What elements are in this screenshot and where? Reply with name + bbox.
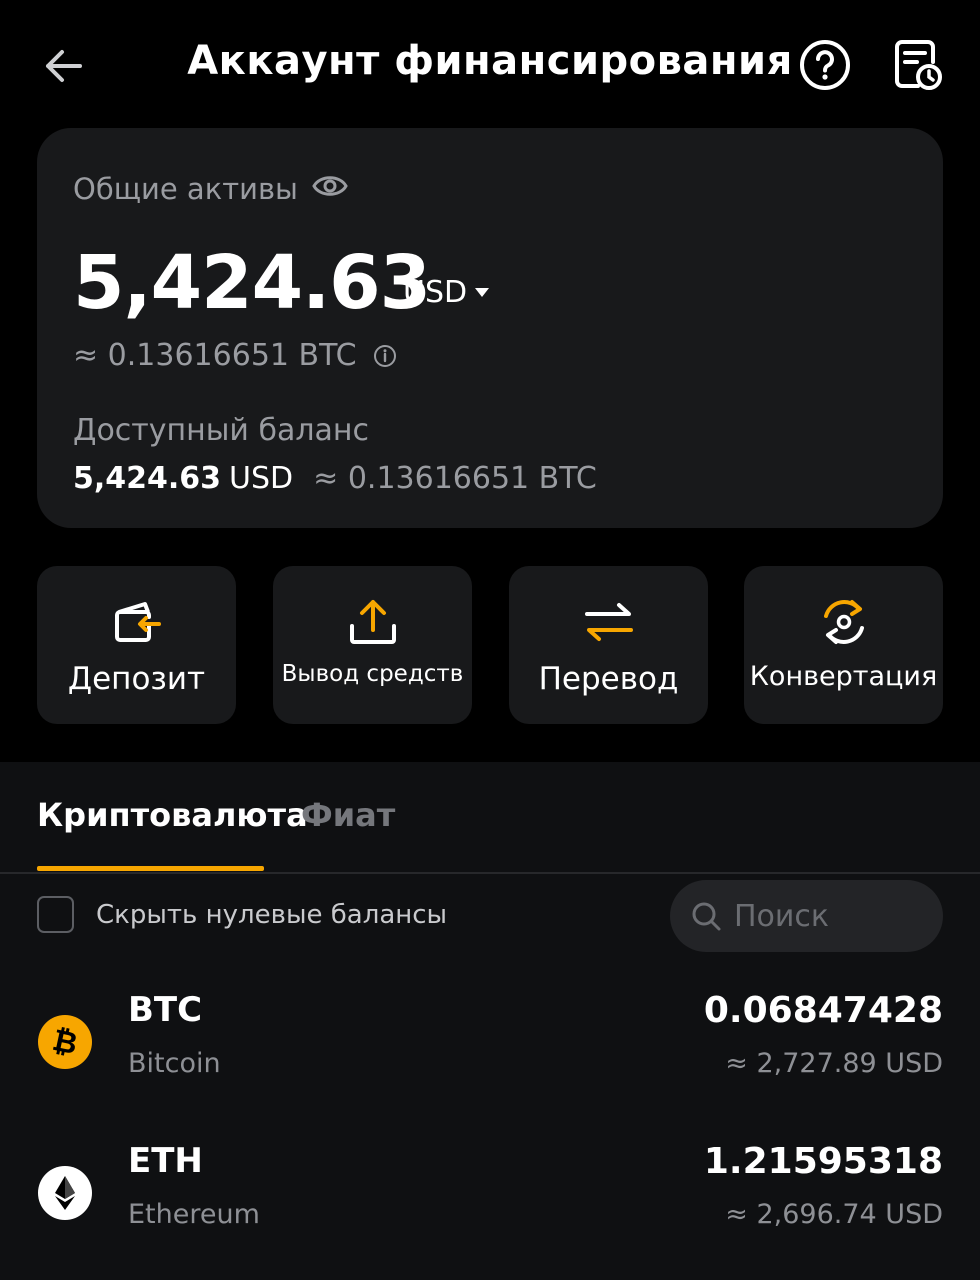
caret-down-icon	[475, 288, 490, 297]
assets-section: Криптовалюта Фиат Скрыть нулевые балансы…	[0, 762, 980, 1280]
tab-crypto[interactable]: Криптовалюта	[37, 796, 308, 834]
asset-symbol: BTC	[128, 990, 203, 1030]
available-balance-amount: 5,424.63	[73, 461, 222, 496]
currency-label: USD	[403, 275, 468, 310]
currency-dropdown[interactable]: USD	[403, 275, 490, 310]
transfer-arrows-icon	[584, 603, 633, 641]
app-header: Аккаунт финансирования	[0, 0, 980, 128]
convert-button[interactable]: Конвертация	[744, 566, 943, 724]
asset-amount: 1.21595318	[703, 1141, 943, 1182]
active-tab-indicator	[37, 866, 264, 871]
bitcoin-icon: ₿	[38, 1015, 92, 1069]
available-balance-btc: ≈ 0.13616651 BTC	[313, 461, 597, 496]
withdraw-button[interactable]: Вывод средств	[273, 566, 472, 724]
asset-row-eth[interactable]: ETH Ethereum 1.21595318 ≈ 2,696.74 USD	[0, 1141, 980, 1275]
hide-zero-balances[interactable]: Скрыть нулевые балансы	[37, 896, 447, 933]
search-box[interactable]	[670, 880, 943, 952]
asset-tabs: Криптовалюта Фиат	[0, 762, 980, 874]
withdraw-label: Вывод средств	[281, 661, 464, 687]
deposit-button[interactable]: Депозит	[37, 566, 236, 724]
asset-name: Ethereum	[128, 1199, 260, 1230]
asset-symbol: ETH	[128, 1141, 203, 1181]
transfer-button[interactable]: Перевод	[509, 566, 708, 724]
info-icon[interactable]	[373, 344, 397, 368]
transfer-label: Перевод	[538, 661, 679, 697]
deposit-label: Депозит	[67, 661, 206, 697]
available-balance-label: Доступный баланс	[73, 413, 370, 448]
hide-zero-checkbox[interactable]	[37, 896, 74, 933]
asset-usd-value: ≈ 2,727.89 USD	[725, 1048, 943, 1079]
convert-label: Конвертация	[749, 661, 938, 692]
document-clock-icon	[895, 40, 942, 90]
wallet-deposit-icon	[114, 602, 161, 642]
eye-icon	[312, 176, 348, 196]
total-assets-value: 5,424.63	[73, 240, 431, 326]
convert-icon	[823, 600, 864, 644]
ethereum-icon	[38, 1166, 92, 1220]
btc-equivalent: ≈ 0.13616651 BTC	[73, 338, 397, 373]
upload-icon	[349, 600, 396, 644]
available-balance: 5,424.63 USD ≈ 0.13616651 BTC	[73, 461, 597, 496]
action-buttons: Депозит Вывод средств Перевод Конвертаци…	[37, 566, 943, 724]
available-balance-currency: USD	[229, 461, 294, 496]
btc-equivalent-value: ≈ 0.13616651 BTC	[73, 338, 357, 373]
tab-fiat[interactable]: Фиат	[301, 796, 395, 834]
total-assets-label: Общие активы	[73, 172, 298, 206]
total-assets-card: Общие активы 5,424.63 USD ≈ 0.13616651 B…	[37, 128, 943, 528]
asset-name: Bitcoin	[128, 1048, 221, 1079]
help-button[interactable]	[798, 38, 852, 92]
asset-row-btc[interactable]: ₿ BTC Bitcoin 0.06847428 ≈ 2,727.89 USD	[0, 990, 980, 1124]
asset-amount: 0.06847428	[703, 990, 943, 1031]
history-button[interactable]	[890, 38, 944, 92]
search-input[interactable]	[732, 897, 926, 935]
toggle-visibility-button[interactable]	[312, 170, 348, 202]
question-circle-icon	[800, 40, 850, 90]
hide-zero-label: Скрыть нулевые балансы	[96, 899, 448, 930]
search-icon	[692, 902, 721, 931]
asset-usd-value: ≈ 2,696.74 USD	[725, 1199, 943, 1230]
